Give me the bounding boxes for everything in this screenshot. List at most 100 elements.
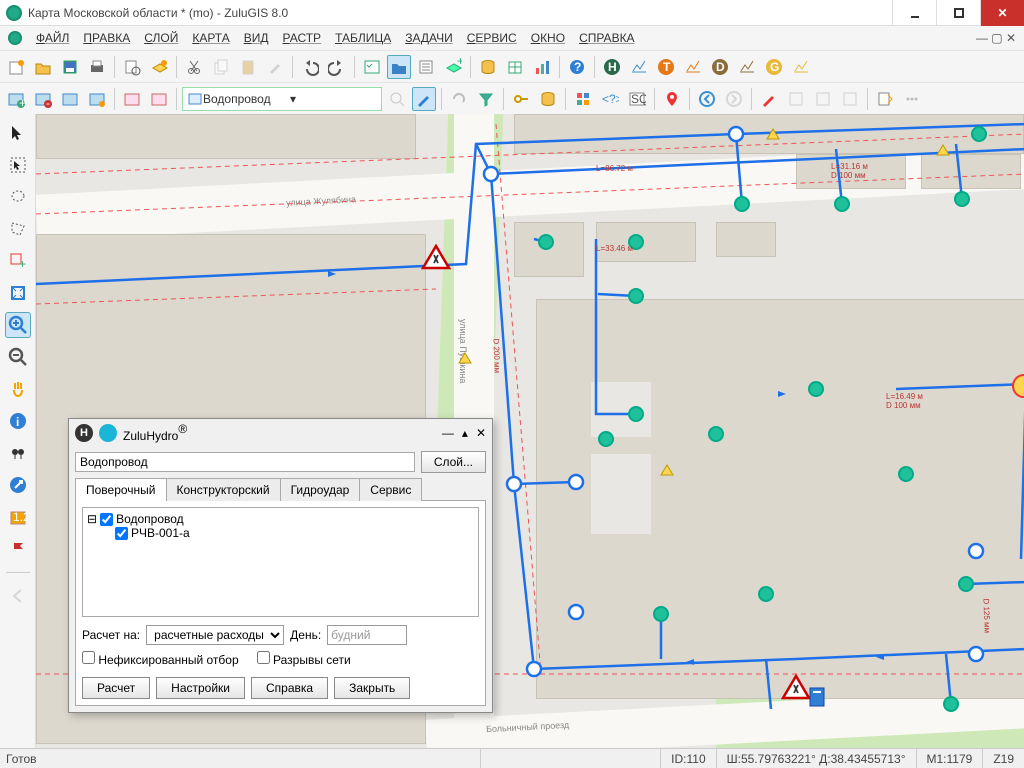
preview-icon[interactable] <box>120 55 144 79</box>
grid-icon[interactable] <box>571 87 595 111</box>
tab-hammer[interactable]: Гидроудар <box>280 478 361 501</box>
select-poly-icon[interactable] <box>5 216 31 242</box>
module-h-icon[interactable]: H <box>600 55 624 79</box>
tab-service[interactable]: Сервис <box>359 478 422 501</box>
layer-edit-icon[interactable] <box>58 87 82 111</box>
layer-selector[interactable]: Водопровод ▾ <box>182 87 382 111</box>
zoom-layer-icon[interactable] <box>385 87 409 111</box>
module-g-icon[interactable]: G <box>762 55 786 79</box>
layer-add2-icon[interactable]: + <box>4 87 28 111</box>
save-icon[interactable] <box>58 55 82 79</box>
nav-fwd-icon[interactable] <box>722 87 746 111</box>
minimize-button[interactable] <box>892 0 936 26</box>
maximize-button[interactable] <box>936 0 980 26</box>
menu-help[interactable]: СПРАВКА <box>579 31 635 45</box>
menu-raster[interactable]: РАСТР <box>283 31 322 45</box>
zoom-out-icon[interactable] <box>5 344 31 370</box>
menu-edit[interactable]: ПРАВКА <box>83 31 130 45</box>
tool-b-icon[interactable] <box>811 87 835 111</box>
layer-up-icon[interactable] <box>120 87 144 111</box>
profile4-icon[interactable] <box>789 55 813 79</box>
fit-icon[interactable] <box>5 280 31 306</box>
checklist-icon[interactable] <box>360 55 384 79</box>
find-icon[interactable] <box>5 440 31 466</box>
panel-minimize-icon[interactable]: — <box>442 426 454 440</box>
refresh-icon[interactable] <box>447 87 471 111</box>
pointer-icon[interactable] <box>5 120 31 146</box>
tab-constructor[interactable]: Конструкторский <box>166 478 281 501</box>
back-icon[interactable] <box>5 583 31 609</box>
mdi-controls[interactable]: — ▢ ✕ <box>976 31 1016 45</box>
chart-icon[interactable] <box>530 55 554 79</box>
tree-collapse-icon[interactable]: ⊟ <box>87 512 97 526</box>
btn-settings[interactable]: Настройки <box>156 677 245 699</box>
cut-icon[interactable] <box>182 55 206 79</box>
print-icon[interactable] <box>85 55 109 79</box>
edit-toggle-icon[interactable] <box>412 87 436 111</box>
chk-unfixed[interactable]: Нефиксированный отбор <box>82 651 239 667</box>
tab-verification[interactable]: Поверочный <box>75 478 167 501</box>
panel-tree[interactable]: ⊟Водопровод РЧВ-001-a <box>82 507 479 617</box>
tree-root-check[interactable] <box>100 513 113 526</box>
profile2-icon[interactable] <box>681 55 705 79</box>
more-icon[interactable] <box>900 87 924 111</box>
flag-icon[interactable] <box>5 536 31 562</box>
menu-file[interactable]: ФАЙЛ <box>36 31 69 45</box>
select-add-icon[interactable]: + <box>5 248 31 274</box>
calc-on-select[interactable]: расчетные расходы <box>146 625 284 645</box>
new-map-icon[interactable] <box>4 55 28 79</box>
select-rect-icon[interactable] <box>5 152 31 178</box>
pan-icon[interactable] <box>5 376 31 402</box>
menu-tasks[interactable]: ЗАДАЧИ <box>405 31 452 45</box>
info-icon[interactable]: i <box>5 408 31 434</box>
panel-up-icon[interactable]: ▴ <box>462 426 468 440</box>
zuluhydro-panel[interactable]: H ZuluHydro® — ▴ ✕ Слой... Поверочный Ко… <box>68 418 493 713</box>
folder-blue-icon[interactable] <box>387 55 411 79</box>
panel-layer-button[interactable]: Слой... <box>421 451 486 473</box>
filter-icon[interactable] <box>474 87 498 111</box>
menu-map[interactable]: КАРТА <box>192 31 229 45</box>
btn-help[interactable]: Справка <box>251 677 328 699</box>
export-icon[interactable] <box>873 87 897 111</box>
db2-icon[interactable] <box>536 87 560 111</box>
pen-red-icon[interactable] <box>757 87 781 111</box>
profile3-icon[interactable] <box>735 55 759 79</box>
profile1-icon[interactable] <box>627 55 651 79</box>
select-lasso-icon[interactable] <box>5 184 31 210</box>
paste-icon[interactable] <box>236 55 260 79</box>
tool-c-icon[interactable] <box>838 87 862 111</box>
module-t-icon[interactable]: T <box>654 55 678 79</box>
menu-service[interactable]: СЕРВИС <box>467 31 517 45</box>
redo-icon[interactable] <box>325 55 349 79</box>
db-icon[interactable] <box>476 55 500 79</box>
table-new-icon[interactable] <box>503 55 527 79</box>
btn-calc[interactable]: Расчет <box>82 677 150 699</box>
layer-prop-icon[interactable] <box>85 87 109 111</box>
menu-table[interactable]: ТАБЛИЦА <box>335 31 391 45</box>
sql-icon[interactable]: SQL <box>625 87 649 111</box>
link-icon[interactable] <box>5 472 31 498</box>
brush-icon[interactable] <box>263 55 287 79</box>
menu-window[interactable]: ОКНО <box>531 31 565 45</box>
tree-child-check[interactable] <box>115 527 128 540</box>
layer-remove-icon[interactable]: - <box>31 87 55 111</box>
panel-titlebar[interactable]: H ZuluHydro® — ▴ ✕ <box>69 419 492 447</box>
menu-layer[interactable]: СЛОЙ <box>144 31 178 45</box>
close-button[interactable]: ✕ <box>980 0 1024 26</box>
calendar-icon[interactable]: 1.2 <box>5 504 31 530</box>
chk-breaks[interactable]: Разрывы сети <box>257 651 351 667</box>
module-d-icon[interactable]: D <box>708 55 732 79</box>
nav-back-icon[interactable] <box>695 87 719 111</box>
tool-a-icon[interactable] <box>784 87 808 111</box>
new-layer-icon[interactable] <box>147 55 171 79</box>
help-icon[interactable]: ? <box>565 55 589 79</box>
btn-close[interactable]: Закрыть <box>334 677 410 699</box>
code-icon[interactable]: <?> <box>598 87 622 111</box>
zoom-in-icon[interactable] <box>5 312 31 338</box>
panel-layer-input[interactable] <box>75 452 415 472</box>
copy-icon[interactable] <box>209 55 233 79</box>
key-icon[interactable] <box>509 87 533 111</box>
layer-down-icon[interactable] <box>147 87 171 111</box>
undo-icon[interactable] <box>298 55 322 79</box>
list-icon[interactable] <box>414 55 438 79</box>
